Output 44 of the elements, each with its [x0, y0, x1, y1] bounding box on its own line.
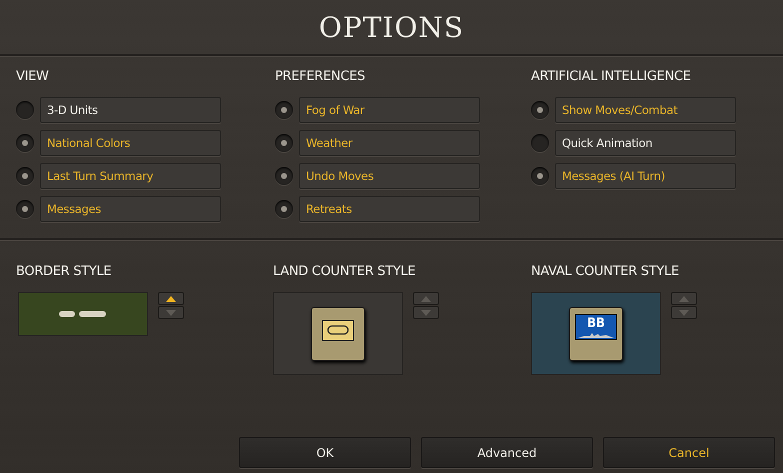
up-arrow-icon	[679, 296, 689, 302]
down-arrow-icon	[421, 310, 431, 316]
section-heading: ARTIFICIAL INTELLIGENCE	[531, 69, 692, 86]
dialog-button[interactable]: Cancel	[603, 437, 775, 468]
option-label[interactable]: Fog of War	[299, 96, 480, 122]
dialog-button[interactable]: OK	[239, 437, 411, 468]
radio-button[interactable]	[275, 166, 293, 184]
up-button[interactable]	[158, 292, 184, 305]
radio-button[interactable]	[275, 134, 293, 152]
option-label[interactable]: 3-D Units	[40, 96, 221, 122]
radio-button[interactable]	[531, 100, 549, 118]
up-arrow-icon	[421, 296, 431, 302]
radio-button[interactable]	[16, 100, 34, 118]
radio-button[interactable]	[275, 200, 293, 218]
section-heading: BORDER STYLE	[16, 264, 112, 281]
ship-class-label: BB	[587, 314, 605, 332]
down-arrow-icon	[679, 310, 689, 316]
radio-button[interactable]	[16, 166, 34, 184]
dialog-button[interactable]: Advanced	[421, 437, 593, 468]
radio-button[interactable]	[531, 134, 549, 152]
radio-button[interactable]	[275, 100, 293, 118]
dashed-border-icon	[59, 310, 107, 318]
option-label[interactable]: Undo Moves	[299, 162, 480, 188]
section-heading: NAVAL COUNTER STYLE	[531, 264, 680, 281]
option-label[interactable]: Messages (AI Turn)	[555, 162, 736, 188]
down-button[interactable]	[671, 306, 697, 319]
down-arrow-icon	[166, 310, 176, 316]
option-label[interactable]: Messages	[40, 196, 221, 222]
section-heading: VIEW	[16, 69, 50, 86]
radio-button[interactable]	[16, 134, 34, 152]
unit-counter-icon	[311, 306, 365, 360]
option-label[interactable]: Retreats	[299, 196, 480, 222]
section-heading: LAND COUNTER STYLE	[273, 264, 416, 281]
up-arrow-icon	[166, 296, 176, 302]
option-label[interactable]: National Colors	[40, 130, 221, 156]
option-label[interactable]: Quick Animation	[555, 130, 736, 156]
window-title: OPTIONS	[318, 10, 464, 44]
option-label[interactable]: Show Moves/Combat	[555, 96, 736, 122]
option-label[interactable]: Last Turn Summary	[40, 162, 221, 188]
down-button[interactable]	[413, 306, 439, 319]
radio-button[interactable]	[16, 200, 34, 218]
option-label[interactable]: Weather	[299, 130, 480, 156]
radio-button[interactable]	[531, 166, 549, 184]
section-heading: PREFERENCES	[275, 69, 366, 86]
